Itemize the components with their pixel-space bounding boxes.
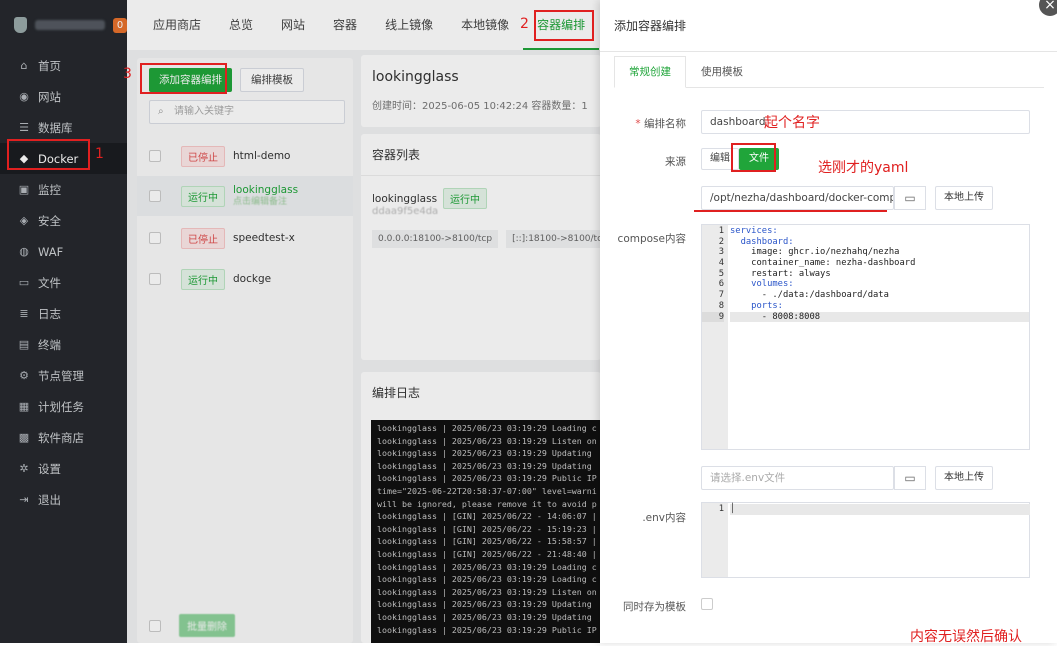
line-number: 7 [718,290,724,301]
code-line: services: [730,226,778,236]
line-number: 3 [718,247,724,258]
line-number: 2 [718,236,724,247]
compose-code[interactable]: services: dashboard: image: ghcr.io/nezh… [730,226,1029,323]
annotation-number: 1 [95,146,104,162]
tab-normal-create[interactable]: 常规创建 [614,56,686,88]
annotation-yaml-hint: 选刚才的yaml [818,160,909,176]
code-line: ports: [730,300,783,311]
annotation-box [731,143,776,172]
code-line: restart: always [730,268,831,279]
compose-file-path-input[interactable]: /opt/nezha/dashboard/docker-compose.y [701,186,894,210]
line-number: 4 [718,258,724,269]
code-line: volumes: [730,279,794,290]
line-numbers: 123456789 [702,225,728,449]
annotation-number: 2 [520,16,529,32]
annotation-box [7,139,90,170]
code-line: - 8008:8008 [730,311,1029,323]
upload-env-button[interactable]: 本地上传 [935,466,993,490]
name-label: * 编排名称 [635,118,686,130]
code-line: container_name: nezha-dashboard [730,258,916,269]
upload-compose-button[interactable]: 本地上传 [935,186,993,210]
annotation-box [140,63,227,94]
save-template-checkbox[interactable] [701,598,713,610]
annotation-underline [694,210,887,212]
add-compose-drawer: 添加容器编排 × 常规创建 使用模板 * 编排名称 dashboard 来源 编… [600,0,1057,643]
code-line: dashboard: [730,236,794,247]
drawer-title: 添加容器编排 [600,0,1057,52]
annotation-number: 3 [123,66,132,82]
compose-content-label: compose内容 [617,233,686,245]
tab-use-template[interactable]: 使用模板 [686,56,758,88]
line-number: 6 [718,279,724,290]
compose-editor[interactable]: 123456789 services: dashboard: image: gh… [701,224,1030,450]
folder-icon[interactable]: ▭ [894,466,926,490]
code-line: image: ghcr.io/nezhahq/nezha [730,247,900,258]
folder-icon[interactable]: ▭ [894,186,926,210]
annotation-name-hint: 起个名字 [764,115,820,131]
drawer-tabs: 常规创建 使用模板 [614,56,1044,88]
env-editor[interactable]: 1 │ [701,502,1030,578]
line-numbers: 1 [702,503,728,577]
modal-backdrop[interactable] [0,0,600,643]
line-number: 5 [718,268,724,279]
env-content-label: .env内容 [642,512,686,524]
annotation-confirm-hint: 内容无误然后确认 [910,629,1022,645]
line-number: 1 [718,226,724,236]
line-number: 9 [702,311,724,323]
annotation-box [534,10,594,41]
code-line: - ./data:/dashboard/data [730,290,889,301]
save-template-label: 同时存为模板 [623,601,686,613]
line-number: 8 [718,300,724,311]
source-label: 来源 [665,156,686,168]
compose-name-input[interactable]: dashboard [701,110,1030,134]
env-file-input[interactable]: 请选择.env文件 [701,466,894,490]
